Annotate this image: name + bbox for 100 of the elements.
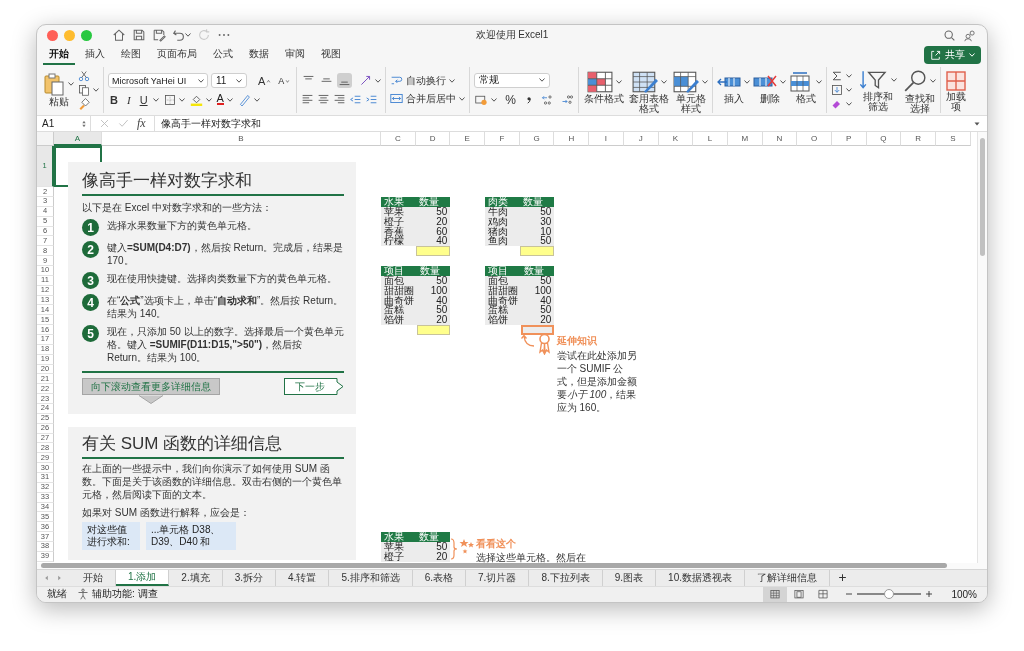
column-header[interactable]: N [762, 132, 798, 147]
column-header[interactable]: K [658, 132, 694, 147]
underline-button[interactable]: U [137, 93, 150, 106]
font-name-dropdown[interactable]: Microsoft YaHei UI [108, 73, 208, 89]
column-header[interactable]: S [936, 132, 971, 147]
ribbon-tab[interactable]: 公式 [207, 45, 239, 65]
column-header[interactable]: O [797, 132, 832, 147]
column-header[interactable]: L [693, 132, 728, 147]
ribbon-button-label[interactable]: 加载项 [945, 91, 968, 112]
column-header[interactable]: E [450, 132, 486, 147]
table-cell: 50 [519, 236, 555, 247]
table-cell: 蛋糕 [381, 305, 417, 316]
step-number: 4 [82, 294, 99, 312]
sheet-tab[interactable]: 5.排序和筛选 [329, 569, 413, 586]
italic-button[interactable]: I [124, 93, 133, 106]
details-paragraph: 在上面的一些提示中，我们向你演示了如何使用 SUM 函数。下面是关于该函数的详细信息。双击右侧的一个黄色单元格，然后阅读下面的文本。 [82, 461, 343, 501]
percent-button[interactable]: % [503, 92, 519, 107]
step-text: 在“公式”选项卡上，单击“自动求和”。然后按 Return。结果为 140。 [107, 294, 344, 321]
shrink-font-button[interactable]: A [276, 75, 293, 86]
column-header[interactable]: J [623, 132, 659, 147]
note-text: 选择这些单元格。然后在 [476, 551, 587, 564]
callout-title: 延伸知识 [556, 335, 598, 347]
table-cell: 甜甜圈 [381, 285, 417, 296]
accessibility-status[interactable]: 辅助功能: 调查 [92, 587, 158, 602]
sheet-tab[interactable]: 7.切片器 [466, 569, 530, 586]
table-header-cell: 数量 [521, 266, 555, 276]
sheet-tab[interactable]: 了解详细信息 [745, 569, 830, 586]
table-cell: 40 [521, 295, 555, 306]
table-header-cell: 水果 [381, 196, 416, 207]
bold-button[interactable]: B [108, 93, 120, 106]
column-header[interactable]: D [415, 132, 451, 147]
sheet-tab[interactable]: 9.图表 [602, 569, 657, 586]
column-header[interactable]: I [589, 132, 624, 147]
table-header-cell: 肉类 [485, 196, 520, 207]
ribbon-tab[interactable]: 审阅 [279, 45, 311, 65]
column-header[interactable]: F [485, 132, 520, 147]
ribbon-button-label[interactable]: 单元格样式 [674, 93, 707, 114]
ribbon-button-label[interactable]: 格式 [795, 93, 816, 104]
column-header[interactable]: G [519, 132, 555, 147]
ribbon-tab[interactable]: 开始 [43, 45, 75, 65]
table-cell: 50 [521, 305, 555, 316]
sheet-tab[interactable]: 10.数据透视表 [656, 569, 745, 586]
ribbon-button-label[interactable]: 套用表格格式 [628, 93, 671, 114]
ribbon-tab[interactable]: 数据 [243, 45, 275, 65]
sheet-tab[interactable]: 8.下拉列表 [529, 569, 603, 586]
table-header-cell: 项目 [381, 266, 417, 276]
table-cell: 苹果 [381, 206, 416, 217]
column-header[interactable]: H [554, 132, 590, 147]
paste-label[interactable]: 粘贴 [48, 97, 69, 108]
merge-center-label[interactable]: 合并后居中 [406, 93, 457, 104]
number-format-dropdown[interactable]: 常规 [474, 72, 551, 88]
share-button[interactable]: 共享 [924, 46, 981, 65]
ribbon-button-label[interactable]: 条件格式 [583, 93, 626, 104]
table-header-cell: 水果 [381, 532, 416, 543]
ribbon-button-label[interactable]: 插入 [723, 93, 744, 104]
font-size-dropdown[interactable]: 11 [211, 73, 247, 89]
ribbon-button-label[interactable]: 删除 [759, 93, 780, 104]
column-header[interactable]: B [102, 132, 381, 147]
column-header[interactable]: C [381, 132, 416, 147]
table-cell: 鸡肉 [485, 216, 520, 227]
sheet-tab[interactable]: 2.填充 [169, 569, 223, 586]
formula-field[interactable]: 像高手一样对数字求和 [153, 115, 965, 132]
sheet-tab[interactable]: 1.添加 [116, 569, 170, 586]
table-cell: 馅饼 [485, 315, 522, 326]
table-cell: 50 [519, 206, 555, 217]
table-cell: 10 [519, 226, 555, 237]
grow-font-button[interactable]: A [256, 74, 274, 87]
name-box[interactable]: A1 [37, 115, 91, 132]
ribbon-button-label[interactable]: 查找和选择 [903, 93, 936, 114]
table-cell: 甜甜圈 [485, 285, 522, 296]
step-number: 2 [82, 241, 99, 259]
sheet-tab[interactable]: 3.拆分 [222, 569, 277, 586]
zoom-level[interactable]: 100% [951, 588, 977, 600]
table-cell: 猪肉 [485, 226, 520, 237]
table-cell: 柠檬 [381, 236, 416, 247]
ribbon-tab[interactable]: 插入 [79, 45, 111, 65]
callout-text: 尝试在此处添加另一个 SUMIF 公式，但是添加金额要小于 100，结果应为 160。 [556, 349, 638, 414]
card-title: 有关 SUM 函数的详细信息 [82, 432, 344, 459]
card-title: 像高手一样对数字求和 [82, 170, 344, 197]
table-cell: 50 [521, 275, 555, 286]
column-header[interactable]: M [727, 132, 763, 147]
font-color-button[interactable]: A [216, 94, 224, 106]
table-cell: 橙子 [381, 551, 416, 562]
table-cell: 50 [417, 275, 451, 286]
step-number: 3 [82, 272, 99, 290]
sheet-tab[interactable]: 6.表格 [412, 569, 467, 586]
insert-function-button[interactable]: fx [137, 116, 146, 131]
wrap-text-label[interactable]: 自动换行 [406, 75, 447, 86]
column-header[interactable]: Q [866, 132, 902, 147]
column-header[interactable]: A [54, 132, 102, 147]
ribbon-tab[interactable]: 页面布局 [151, 45, 203, 65]
table-cell: 50 [417, 305, 451, 316]
ribbon-button-label[interactable]: 排序和筛选 [861, 91, 894, 112]
ribbon-tab[interactable]: 绘图 [115, 45, 147, 65]
column-header[interactable]: R [901, 132, 936, 147]
ribbon-tab[interactable]: 视图 [315, 45, 347, 65]
table-cell: 苹果 [381, 542, 416, 552]
table-cell: 香蕉 [381, 226, 416, 237]
sheet-tab[interactable]: 4.转置 [276, 569, 330, 586]
column-header[interactable]: P [831, 132, 867, 147]
